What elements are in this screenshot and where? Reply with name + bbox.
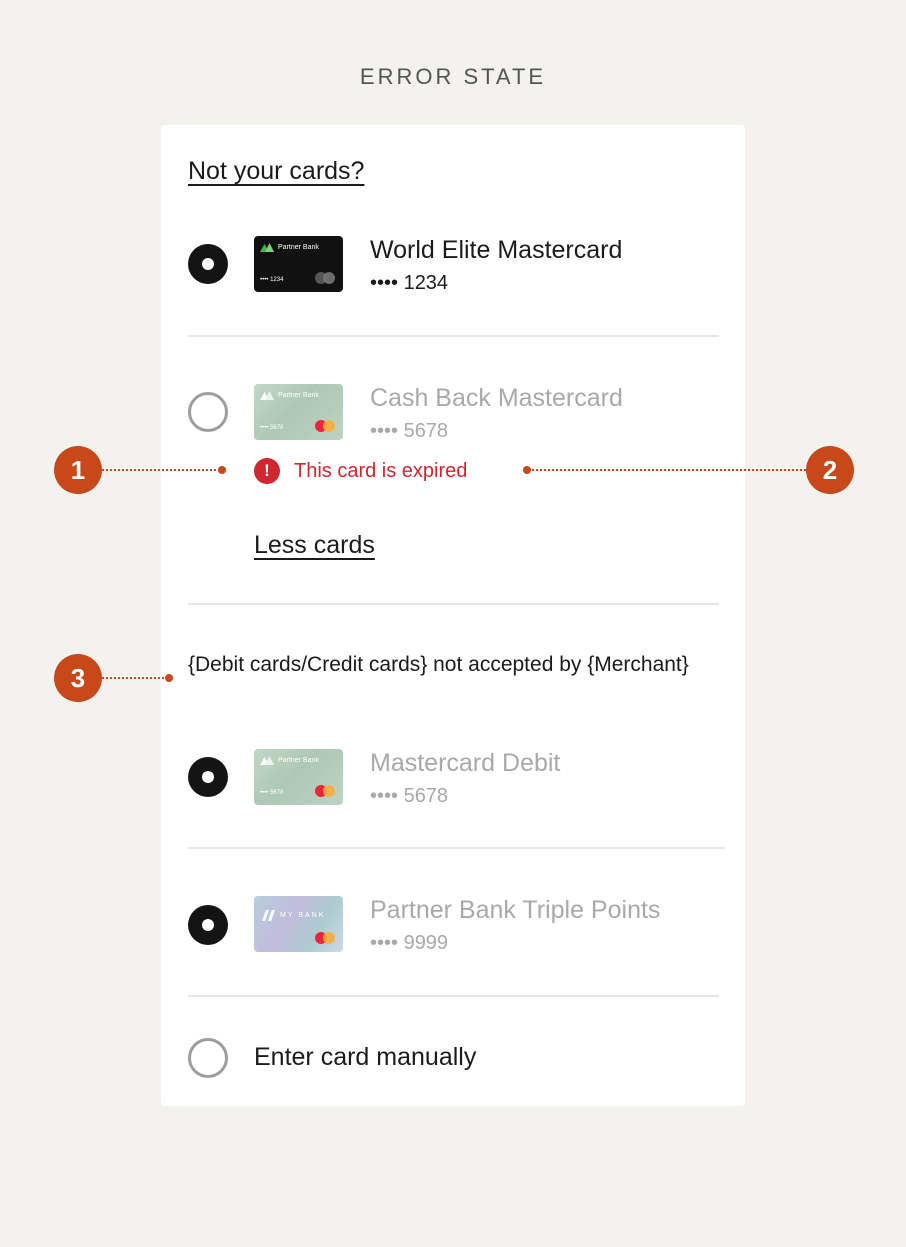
partner-bank-logo-icon <box>260 391 274 400</box>
mastercard-logo-icon <box>315 272 335 284</box>
card-number-mask: •••• 5678 <box>370 420 449 442</box>
partner-bank-logo-icon <box>260 243 274 252</box>
card-art-partner-bank-triple-points: MY BANK <box>254 896 343 952</box>
annotation-marker-1: 1 <box>54 446 102 494</box>
card-bank-name: Partner Bank <box>278 392 319 399</box>
card-art-number: •••• 5678 <box>260 425 284 431</box>
card-art-number: •••• 1234 <box>260 277 284 283</box>
card-bank-name: MY BANK <box>280 912 326 919</box>
radio-world-elite-mastercard[interactable] <box>188 244 228 284</box>
card-name: Partner Bank Triple Points <box>370 896 661 924</box>
card-expired-error: ! This card is expired <box>254 458 467 484</box>
radio-cash-back-mastercard[interactable] <box>188 392 228 432</box>
annotation-point-3 <box>165 674 173 682</box>
card-name: World Elite Mastercard <box>370 236 623 264</box>
annotation-marker-2: 2 <box>806 446 854 494</box>
card-art-number: •••• 5678 <box>260 790 284 796</box>
annotation-leader-1 <box>102 469 220 471</box>
divider <box>188 603 719 605</box>
card-number-mask: •••• 9999 <box>370 932 449 954</box>
partner-bank-logo-icon <box>260 756 274 765</box>
mastercard-logo-icon <box>315 420 335 432</box>
mastercard-logo-icon <box>315 785 335 797</box>
card-art-mastercard-debit: Partner Bank •••• 5678 <box>254 749 343 805</box>
my-bank-logo-icon <box>262 910 275 921</box>
annotation-marker-3: 3 <box>54 654 102 702</box>
radio-partner-bank-triple-points[interactable] <box>188 905 228 945</box>
error-alert-icon: ! <box>254 458 280 484</box>
card-selection-panel: Not your cards? Partner Bank •••• 1234 W… <box>161 125 745 1106</box>
card-bank-name: Partner Bank <box>278 244 319 251</box>
less-cards-link[interactable]: Less cards <box>254 531 375 560</box>
card-type-not-accepted-notice: {Debit cards/Credit cards} not accepted … <box>188 653 689 676</box>
annotation-leader-3 <box>102 677 168 679</box>
not-your-cards-link[interactable]: Not your cards? <box>188 157 364 186</box>
divider <box>188 335 719 337</box>
card-art-world-elite-mastercard: Partner Bank •••• 1234 <box>254 236 343 292</box>
card-art-cash-back-mastercard: Partner Bank •••• 5678 <box>254 384 343 440</box>
error-message: This card is expired <box>294 459 468 482</box>
annotation-point-1 <box>218 466 226 474</box>
card-bank-name: Partner Bank <box>278 757 319 764</box>
radio-mastercard-debit[interactable] <box>188 757 228 797</box>
card-name: Mastercard Debit <box>370 749 561 777</box>
mastercard-logo-icon <box>315 932 335 944</box>
page-title: ERROR STATE <box>359 64 547 89</box>
enter-card-manually-label[interactable]: Enter card manually <box>254 1043 476 1072</box>
card-number-mask: •••• 5678 <box>370 785 449 807</box>
card-number-mask: •••• 1234 <box>370 272 449 294</box>
annotation-leader-2 <box>529 469 806 471</box>
radio-enter-card-manually[interactable] <box>188 1038 228 1078</box>
divider <box>188 995 719 997</box>
card-name: Cash Back Mastercard <box>370 384 623 412</box>
annotation-point-2 <box>523 466 531 474</box>
divider <box>188 847 725 849</box>
